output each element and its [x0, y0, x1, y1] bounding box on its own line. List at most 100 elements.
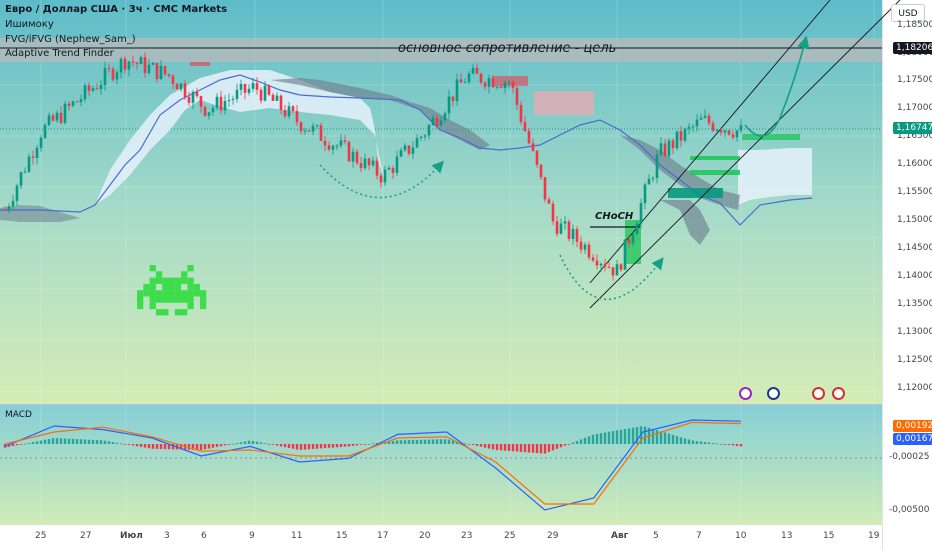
fvg-green-zone-4: [742, 134, 800, 140]
macd-histogram-bar: [119, 443, 123, 445]
candle-body: [383, 169, 387, 183]
symbol-title[interactable]: Евро / Доллар США · 3ч · CMC Markets: [5, 4, 227, 15]
candle-body: [679, 131, 683, 141]
indicator-adaptive-trend[interactable]: Adaptive Trend Finder: [5, 48, 114, 59]
candle-body: [235, 89, 239, 99]
macd-histogram-bar: [623, 429, 627, 444]
macd-histogram-bar: [199, 444, 203, 450]
macd-axis-tick: -0,00500: [889, 505, 930, 515]
candle-body: [199, 96, 203, 107]
date-tick-label: 7: [696, 531, 702, 541]
price-tick-label: 1,13500: [897, 299, 932, 309]
macd-histogram-bar: [71, 438, 75, 444]
invader-pixel: [149, 277, 156, 284]
candle-body: [71, 101, 75, 106]
candle-body: [607, 267, 611, 269]
macd-histogram-bar: [435, 439, 439, 444]
event-us-flag-icon[interactable]: [812, 387, 825, 400]
candle-body: [11, 200, 15, 207]
date-tick-label: 19: [868, 531, 880, 541]
macd-histogram-bar: [367, 443, 371, 445]
macd-histogram-bar: [735, 444, 739, 446]
candle-body: [639, 203, 643, 224]
chart-canvas[interactable]: [0, 0, 932, 550]
candle-body: [411, 147, 415, 154]
candle-body: [339, 140, 343, 146]
candle-body: [139, 57, 143, 64]
invader-pixel: [149, 283, 156, 291]
event-us-flag-icon-2[interactable]: [832, 387, 845, 400]
candle-body: [255, 83, 259, 90]
invader-pixel: [200, 296, 207, 303]
macd-histogram-bar: [655, 430, 659, 444]
macd-histogram-bar: [271, 444, 275, 445]
date-tick-label: 25: [35, 531, 47, 541]
candle-body: [731, 134, 735, 138]
event-flash-icon[interactable]: [739, 387, 752, 400]
candle-body: [595, 260, 599, 266]
macd-histogram-bar: [63, 438, 67, 444]
candle-body: [471, 67, 475, 74]
macd-histogram-bar: [283, 444, 287, 448]
macd-histogram-bar: [343, 444, 347, 447]
invader-pixel: [174, 283, 182, 291]
macd-histogram-bar: [35, 441, 39, 444]
macd-histogram-bar: [55, 438, 59, 444]
candle-body: [703, 115, 707, 118]
macd-histogram-bar: [267, 444, 271, 445]
invader-pixel: [187, 283, 194, 291]
candle-body: [671, 140, 675, 149]
macd-histogram-bar: [323, 444, 327, 449]
candle-body: [475, 67, 479, 74]
candle-body: [723, 130, 727, 133]
date-tick-label: Июл: [120, 531, 143, 541]
macd-histogram-bar: [619, 429, 623, 444]
event-eu-flag-icon[interactable]: [767, 387, 780, 400]
invader-pixel: [181, 296, 188, 303]
macd-histogram-bar: [439, 439, 443, 444]
date-tick-label: 20: [419, 531, 431, 541]
candle-body: [467, 73, 471, 83]
date-tick-label: 15: [823, 531, 835, 541]
date-tick-label: 9: [249, 531, 255, 541]
invader-pixel: [181, 277, 188, 284]
macd-histogram-bar: [739, 444, 743, 447]
price-tick-label: 1,15500: [897, 187, 932, 198]
date-tick-label: 13: [781, 531, 793, 541]
current-price-badge: 1,16747: [893, 122, 932, 134]
macd-histogram-bar: [411, 440, 415, 444]
candle-body: [187, 97, 191, 103]
date-tick-label: 17: [377, 531, 389, 541]
macd-histogram-bar: [59, 438, 63, 444]
candle-body: [227, 99, 231, 102]
fvg-green-zone-3: [668, 188, 723, 198]
macd-histogram-bar: [235, 443, 239, 444]
macd-legend[interactable]: MACD: [5, 410, 32, 420]
macd-histogram-bar: [83, 439, 87, 444]
macd-histogram-bar: [15, 444, 19, 446]
indicator-ichimoku[interactable]: Ишимоку: [5, 19, 54, 30]
candle-body: [619, 264, 623, 270]
macd-histogram-bar: [27, 442, 31, 444]
macd-histogram-bar: [575, 440, 579, 444]
macd-histogram-bar: [279, 444, 283, 447]
candle-body: [247, 88, 251, 93]
candle-body: [635, 223, 639, 235]
candle-body: [515, 87, 519, 105]
indicator-fvg[interactable]: FVG/iFVG (Nephew_Sam_): [5, 34, 136, 45]
macd-value-badge: 0,00192: [893, 420, 932, 432]
macd-histogram-bar: [295, 444, 299, 450]
candle-body: [151, 62, 155, 65]
candle-body: [439, 120, 443, 126]
macd-histogram-bar: [275, 444, 279, 446]
macd-histogram-bar: [143, 444, 147, 448]
macd-histogram-bar: [87, 439, 91, 444]
macd-histogram-bar: [103, 440, 107, 444]
macd-histogram-bar: [611, 431, 615, 444]
macd-histogram-bar: [11, 444, 15, 447]
candle-body: [219, 96, 223, 111]
macd-histogram-bar: [651, 428, 655, 444]
candle-body: [155, 62, 159, 80]
macd-histogram-bar: [351, 444, 355, 446]
candle-body: [135, 62, 139, 64]
